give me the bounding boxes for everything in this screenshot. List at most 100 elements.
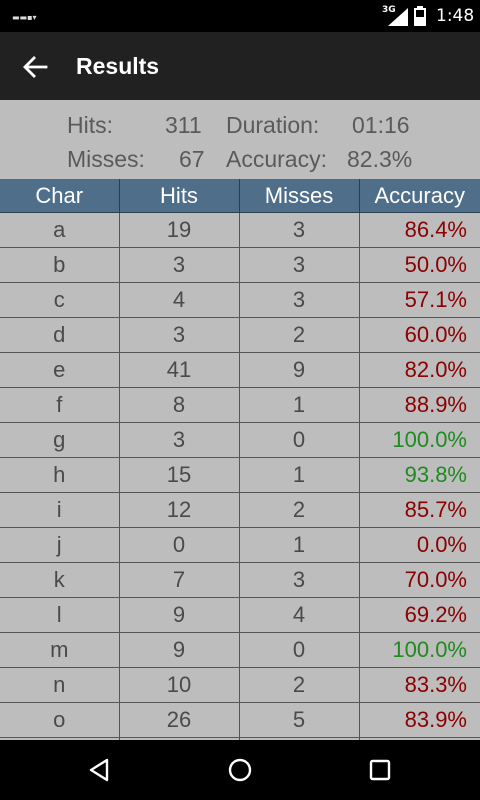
navigation-bar (0, 740, 480, 800)
cell-accuracy: 88.9% (359, 387, 480, 423)
cell-hits: 12 (119, 492, 240, 528)
cell-char: n (0, 667, 120, 703)
cell-accuracy: 93.8% (359, 457, 480, 493)
duration-label: Duration: (226, 112, 320, 138)
home-circle-icon[interactable] (227, 757, 253, 783)
cell-misses: 1 (239, 527, 360, 563)
cell-char: j (0, 527, 120, 563)
cell-hits: 19 (119, 212, 240, 248)
table-row: o 26 5 83.9% (0, 702, 480, 738)
cell-char: k (0, 562, 120, 598)
cell-hits: 4 (119, 282, 240, 318)
cell-char: i (0, 492, 120, 528)
cell-hits: 3 (119, 317, 240, 353)
cell-char: a (0, 212, 120, 248)
cell-accuracy: 86.4% (359, 212, 480, 248)
cell-hits: 26 (119, 702, 240, 738)
accuracy-value: 82.3% (347, 146, 413, 172)
status-clock: 1:48 (436, 6, 475, 26)
cell-misses: 3 (239, 562, 360, 598)
recents-square-icon[interactable] (367, 757, 393, 783)
cell-char: h (0, 457, 120, 493)
table-row: d 3 2 60.0% (0, 317, 480, 353)
cell-misses: 3 (239, 247, 360, 283)
cell-misses: 1 (239, 387, 360, 423)
cell-accuracy: 82.0% (359, 352, 480, 388)
misses-label: Misses: (67, 146, 145, 172)
cell-accuracy: 100.0% (359, 632, 480, 668)
cell-char: d (0, 317, 120, 353)
cell-char: m (0, 632, 120, 668)
misses-value: 67 (179, 146, 205, 172)
table-row: j 0 1 0.0% (0, 527, 480, 563)
table-row: f 8 1 88.9% (0, 387, 480, 423)
table-row: g 3 0 100.0% (0, 422, 480, 458)
cell-char: c (0, 282, 120, 318)
cell-char: b (0, 247, 120, 283)
duration-value: 01:16 (352, 112, 410, 138)
cell-hits: 9 (119, 632, 240, 668)
cell-char: o (0, 702, 120, 738)
cell-hits: 3 (119, 247, 240, 283)
table-header-row: Char Hits Misses Accuracy (0, 179, 480, 213)
cell-accuracy: 57.1% (359, 282, 480, 318)
cell-hits: 0 (119, 527, 240, 563)
cell-hits: 10 (119, 667, 240, 703)
header-accuracy: Accuracy (359, 179, 480, 213)
cell-misses: 2 (239, 667, 360, 703)
cell-hits: 8 (119, 387, 240, 423)
cell-accuracy: 85.7% (359, 492, 480, 528)
cell-accuracy: 83.3% (359, 667, 480, 703)
accuracy-label: Accuracy: (226, 146, 327, 172)
battery-icon (414, 6, 426, 26)
cell-misses: 3 (239, 282, 360, 318)
cell-accuracy: 100.0% (359, 422, 480, 458)
table-row: h 15 1 93.8% (0, 457, 480, 493)
hits-label: Hits: (67, 112, 113, 138)
results-table-body[interactable]: a 19 3 86.4% b 3 3 50.0% c 4 3 57.1% d 3 2 60.0% e 41 9 82.… (0, 212, 480, 773)
table-row: i 12 2 85.7% (0, 492, 480, 528)
cell-accuracy: 60.0% (359, 317, 480, 353)
cell-char: e (0, 352, 120, 388)
cell-misses: 5 (239, 702, 360, 738)
cell-misses: 1 (239, 457, 360, 493)
cell-hits: 41 (119, 352, 240, 388)
table-row: l 9 4 69.2% (0, 597, 480, 633)
cell-misses: 9 (239, 352, 360, 388)
cell-accuracy: 83.9% (359, 702, 480, 738)
cell-misses: 2 (239, 492, 360, 528)
notification-icon: ▬▬▪▾ (12, 13, 37, 22)
back-arrow-icon[interactable] (20, 52, 50, 82)
status-bar: ▬▬▪▾ 3G 1:48 (0, 0, 480, 32)
cell-hits: 7 (119, 562, 240, 598)
cell-misses: 4 (239, 597, 360, 633)
results-summary: Hits: 311 Duration: 01:16 Misses: 67 Acc… (0, 100, 480, 178)
table-row: a 19 3 86.4% (0, 212, 480, 248)
header-hits: Hits (119, 179, 240, 213)
back-triangle-icon[interactable] (87, 757, 113, 783)
cell-accuracy: 0.0% (359, 527, 480, 563)
cell-char: l (0, 597, 120, 633)
cell-misses: 3 (239, 212, 360, 248)
header-char: Char (0, 179, 120, 213)
cell-char: g (0, 422, 120, 458)
results-table: Char Hits Misses Accuracy a 19 3 86.4% b 3 3 50… (0, 179, 480, 773)
cell-accuracy: 50.0% (359, 247, 480, 283)
cell-accuracy: 69.2% (359, 597, 480, 633)
table-row: k 7 3 70.0% (0, 562, 480, 598)
cell-misses: 2 (239, 317, 360, 353)
table-row: n 10 2 83.3% (0, 667, 480, 703)
table-row: m 9 0 100.0% (0, 632, 480, 668)
cell-char: f (0, 387, 120, 423)
signal-icon (388, 8, 408, 26)
cell-misses: 0 (239, 422, 360, 458)
header-misses: Misses (239, 179, 360, 213)
cell-hits: 3 (119, 422, 240, 458)
cell-hits: 9 (119, 597, 240, 633)
table-row: b 3 3 50.0% (0, 247, 480, 283)
cell-accuracy: 70.0% (359, 562, 480, 598)
table-row: e 41 9 82.0% (0, 352, 480, 388)
page-title: Results (76, 53, 160, 79)
table-row: c 4 3 57.1% (0, 282, 480, 318)
cell-hits: 15 (119, 457, 240, 493)
